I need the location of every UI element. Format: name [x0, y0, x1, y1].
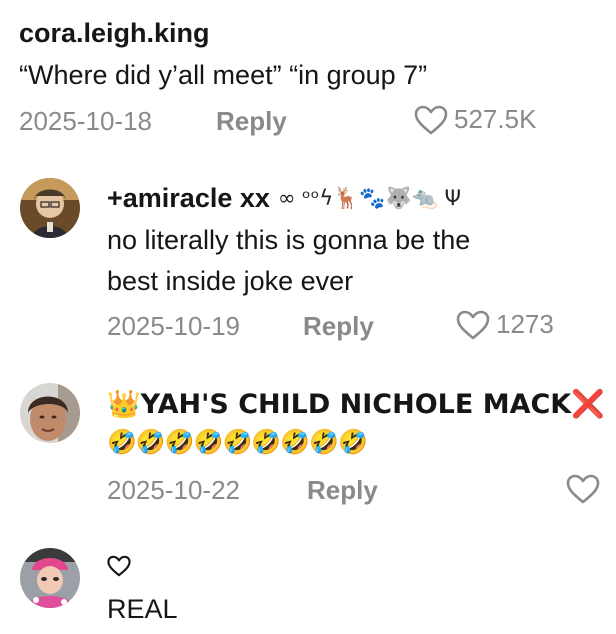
username-symbols: ∞ ᵒᵒϟ🦌🐾🐺🐀 Ψ — [277, 186, 462, 210]
comment-username[interactable]: +amiracle xx — [107, 183, 270, 214]
avatar-image — [20, 548, 80, 608]
avatar-image — [20, 383, 80, 443]
like-button[interactable]: 527.5K — [414, 104, 536, 135]
heart-outline-icon — [414, 105, 448, 134]
comment-text: 🤣🤣🤣🤣🤣🤣🤣🤣🤣 — [107, 428, 368, 456]
comment-text: REAL — [107, 594, 178, 624]
comment-username-text[interactable]: 👑YAH'S CHILD NICHOLE MACK❌ — [107, 389, 605, 420]
avatar-image — [20, 178, 80, 238]
comment-username[interactable]: cora.leigh.king — [19, 18, 210, 49]
comment-date: 2025-10-22 — [107, 475, 240, 505]
comment-username[interactable] — [107, 555, 131, 582]
comment-username-row[interactable]: +amiracle xx ∞ ᵒᵒϟ🦌🐾🐺🐀 Ψ — [107, 183, 461, 214]
comment-text-line: best inside joke ever — [107, 266, 354, 296]
like-button[interactable] — [566, 474, 600, 509]
heart-outline-icon — [456, 310, 490, 339]
like-button[interactable]: 1273 — [456, 309, 554, 340]
comment-username[interactable]: 👑YAH'S CHILD NICHOLE MACK❌ — [107, 388, 605, 420]
reply-button[interactable]: Reply — [307, 475, 378, 506]
comment-text: “Where did y’all meet” “in group 7” — [19, 60, 428, 90]
like-count: 1273 — [496, 309, 554, 339]
reply-button[interactable]: Reply — [216, 106, 287, 137]
avatar[interactable] — [20, 178, 80, 238]
avatar[interactable] — [20, 383, 80, 443]
heart-outline-icon — [107, 555, 131, 577]
comment-date: 2025-10-18 — [19, 106, 152, 136]
comment-text-line: no literally this is gonna be the — [107, 225, 471, 255]
reply-button[interactable]: Reply — [303, 311, 374, 342]
comment-date: 2025-10-19 — [107, 311, 240, 341]
like-count: 527.5K — [454, 104, 537, 134]
heart-outline-icon — [566, 474, 600, 504]
avatar[interactable] — [20, 548, 80, 608]
